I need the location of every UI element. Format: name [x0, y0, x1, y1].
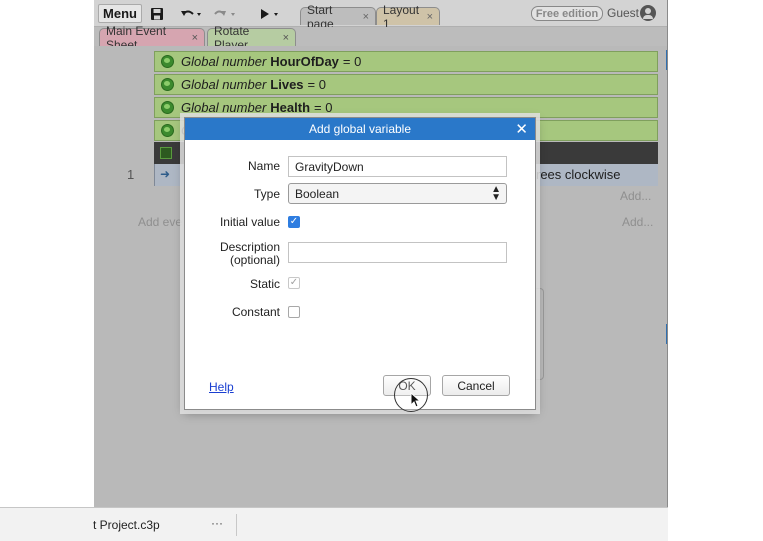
dialog-title-bar[interactable]: Add global variable ✕	[185, 118, 535, 140]
add-action-link[interactable]: Add...	[622, 215, 653, 229]
redo-icon[interactable]	[214, 4, 236, 23]
scroll-indicator	[666, 50, 667, 70]
globe-icon	[161, 101, 174, 114]
more-options-icon[interactable]: ···	[211, 516, 223, 530]
group-icon	[160, 147, 172, 159]
type-selected-value: Boolean	[295, 187, 340, 201]
variable-value: = 0	[307, 77, 326, 92]
type-select[interactable]: Boolean ▲ ▼	[288, 183, 507, 204]
global-variable-row[interactable]: Global number HourOfDay = 0	[154, 51, 658, 72]
close-icon[interactable]: ×	[283, 32, 289, 44]
variable-name: Lives	[270, 77, 304, 92]
tab-start-page[interactable]: Start page ×	[300, 3, 376, 31]
static-label: Static	[249, 277, 280, 291]
global-variable-row[interactable]: Global number Health = 0	[154, 97, 658, 118]
description-input[interactable]	[288, 242, 507, 263]
globe-icon	[161, 124, 174, 137]
variable-value: = 0	[314, 100, 333, 115]
add-event-link[interactable]: Add eve	[138, 215, 182, 229]
close-icon[interactable]: ✕	[515, 120, 528, 138]
save-icon[interactable]	[148, 4, 166, 23]
name-input[interactable]: GravityDown	[288, 156, 507, 177]
static-checkbox: ✓	[288, 277, 300, 289]
variable-name: Health	[270, 100, 311, 115]
constant-label: Constant	[231, 305, 280, 319]
event-number: 1	[127, 167, 135, 182]
constant-checkbox[interactable]	[288, 306, 300, 318]
user-label[interactable]: Guest	[607, 6, 639, 20]
action-text[interactable]: rees clockwise	[536, 167, 621, 182]
globe-icon	[161, 55, 174, 68]
status-bar: t Project.c3p ···	[0, 507, 668, 541]
status-divider	[236, 514, 237, 536]
event-sheet-tabs: Main Event Sheet × Rotate Player ×	[94, 24, 667, 52]
edition-badge[interactable]: Free edition	[531, 6, 603, 21]
scroll-indicator	[666, 324, 667, 344]
global-variable-row[interactable]: Global number Lives = 0	[154, 74, 658, 95]
description-label-line1: Description	[219, 240, 280, 254]
name-label: Name	[247, 159, 280, 173]
help-link[interactable]: Help	[209, 380, 234, 394]
close-icon[interactable]: ×	[192, 32, 198, 44]
initial-value-checkbox[interactable]: ✓	[288, 216, 300, 228]
close-icon[interactable]: ×	[363, 11, 369, 23]
add-global-variable-dialog: Add global variable ✕ Name GravityDown T…	[184, 117, 536, 410]
description-label-line2: (optional)	[229, 253, 280, 267]
tab-rotate-player[interactable]: Rotate Player ×	[207, 24, 296, 52]
menu-button[interactable]: Menu	[98, 4, 142, 23]
variable-type: Global number	[181, 54, 267, 69]
undo-icon[interactable]	[180, 4, 202, 23]
dialog-title: Add global variable	[308, 122, 412, 136]
close-icon[interactable]: ×	[427, 11, 433, 23]
globe-icon	[161, 78, 174, 91]
variable-type: Global number	[181, 100, 267, 115]
variable-value: = 0	[342, 54, 362, 69]
trigger-arrow-icon: ➜	[160, 167, 171, 181]
play-icon[interactable]	[258, 4, 280, 23]
add-action-link[interactable]: Add...	[620, 189, 651, 203]
type-label: Type	[253, 187, 280, 201]
tab-layout-1[interactable]: Layout 1 ×	[376, 3, 440, 31]
user-avatar-icon[interactable]	[640, 5, 656, 21]
mouse-cursor-icon	[410, 392, 422, 408]
initial-value-label: Initial value	[219, 215, 280, 229]
cancel-button[interactable]: Cancel	[442, 375, 510, 396]
variable-type: Global number	[181, 77, 267, 92]
tab-main-event-sheet[interactable]: Main Event Sheet ×	[99, 24, 205, 52]
select-arrows-icon: ▲ ▼	[491, 184, 501, 203]
description-label: Description (optional)	[220, 241, 280, 267]
variable-name: HourOfDay	[270, 54, 339, 69]
project-file-name[interactable]: t Project.c3p	[93, 518, 160, 532]
